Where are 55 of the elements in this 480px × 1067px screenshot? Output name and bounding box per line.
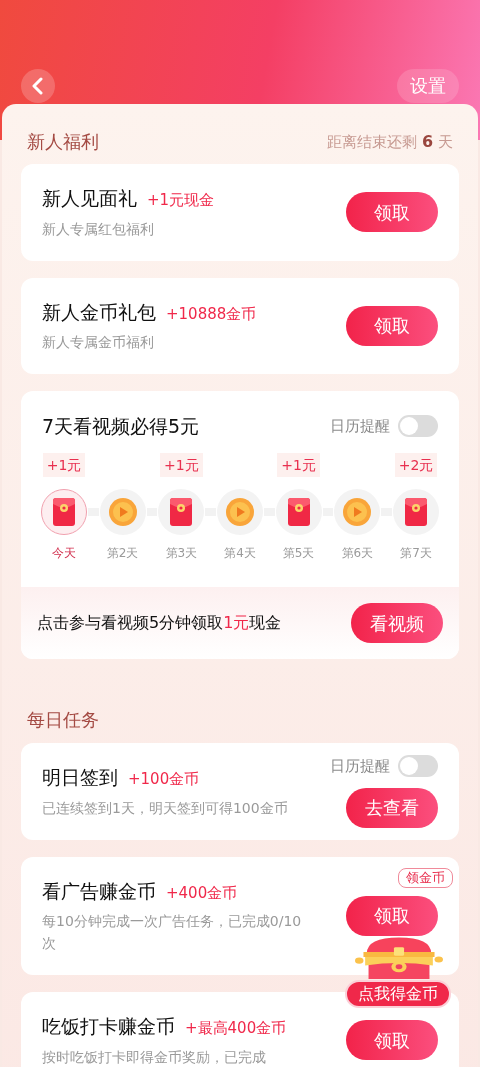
task-title: 新人金币礼包	[42, 299, 156, 325]
back-icon	[31, 76, 45, 95]
task-description: 新人专属金币福利	[42, 333, 155, 352]
claim-button[interactable]: 领取	[346, 1020, 438, 1061]
toggle-switch[interactable]	[398, 755, 438, 778]
back-button[interactable]	[21, 68, 55, 103]
reward-text: +1元现金	[147, 190, 215, 211]
day-label: 今天	[52, 545, 76, 562]
track-segment	[88, 508, 99, 516]
bonus-tag: +2元	[394, 453, 438, 477]
day-label: 第5天	[282, 545, 315, 562]
envelope-icon	[170, 498, 193, 526]
coin-icon	[108, 498, 137, 526]
reward-text: +400金币	[166, 882, 238, 904]
countdown-text: 距离结束还剩 6 天	[327, 131, 453, 153]
coin-icon	[226, 498, 254, 526]
bonus-tag: +1元	[277, 453, 320, 477]
day-label: 第7天	[400, 545, 432, 562]
claim-button[interactable]: 领取	[346, 895, 438, 936]
claim-button[interactable]: 领取	[346, 305, 438, 346]
reminder-label: 日历提醒	[330, 756, 390, 777]
reward-text: +100金币	[128, 769, 200, 790]
envelope-icon	[53, 498, 75, 526]
day-label: 第6天	[341, 545, 374, 562]
toggle-switch[interactable]	[398, 415, 438, 437]
task-description: 每10分钟完成一次广告任务，已完成0/10次	[42, 912, 303, 953]
task-description: 已连续签到1天，明天签到可得100金币	[42, 798, 288, 818]
settings-button[interactable]: 设置	[397, 68, 459, 103]
task-title: 吃饭打卡赚金币	[42, 1014, 175, 1039]
task-title: 新人见面礼	[42, 186, 137, 211]
section-title: 每日任务	[27, 708, 99, 732]
task-title: 7天看视频必得5元	[42, 414, 200, 439]
task-description: 按时吃饭打卡即得金币奖励，已完成	[42, 1047, 267, 1067]
section-title: 新人福利	[27, 130, 99, 154]
claim-button[interactable]: 去查看	[346, 787, 438, 828]
get-coins-button[interactable]: 点我得金币	[345, 980, 451, 1008]
task-description: 新人专属红包福利	[42, 219, 155, 239]
day-label: 第2天	[106, 545, 139, 562]
claim-button[interactable]: 看视频	[351, 603, 443, 643]
reward-text: +10888金币	[166, 303, 257, 325]
bonus-tag: +1元	[160, 453, 203, 477]
envelope-icon	[287, 498, 310, 526]
treasure-chest-icon[interactable]	[355, 935, 443, 979]
reward-tag[interactable]: 领金币	[398, 868, 453, 888]
coin-icon	[343, 498, 372, 526]
claim-button[interactable]: 领取	[346, 192, 438, 233]
task-title: 明日签到	[42, 765, 118, 790]
task-title: 看广告赚金币	[42, 878, 156, 904]
footer-text: 点击参与看视频5分钟领取1元现金	[37, 612, 282, 634]
day-label: 第3天	[165, 545, 198, 562]
bonus-tag: +1元	[42, 453, 86, 477]
reward-text: +最高400金币	[185, 1018, 287, 1039]
day-label: 第4天	[224, 545, 256, 562]
envelope-icon	[405, 498, 428, 526]
reminder-label: 日历提醒	[330, 415, 390, 437]
